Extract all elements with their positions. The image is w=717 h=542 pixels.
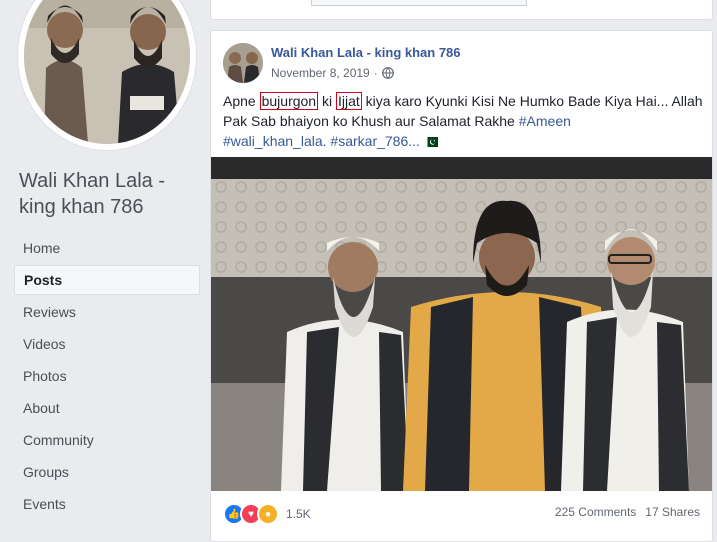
profile-picture[interactable]	[24, 0, 190, 144]
reactions-summary[interactable]: 👍 ♥ ● 1.5K	[223, 503, 311, 525]
wow-icon: ●	[257, 503, 279, 525]
highlighted-word: Ijjat	[335, 92, 362, 110]
see-more-ellipsis[interactable]: ...	[408, 133, 420, 149]
post-message: Apne bujurgon ki Ijjat kiya karo Kyunki …	[223, 91, 703, 151]
highlighted-word: bujurgon	[259, 92, 319, 110]
page-title: Wali Khan Lala - king khan 786	[19, 170, 165, 218]
post-text-part: Apne	[223, 93, 260, 109]
hashtag-link[interactable]: #wali_khan_lala.	[223, 133, 327, 149]
nav-item-photos[interactable]: Photos	[14, 360, 200, 392]
comments-count[interactable]: 225 Comments	[555, 505, 636, 519]
nav-item-reviews[interactable]: Reviews	[14, 296, 200, 328]
hashtag-link[interactable]: #sarkar_786	[330, 133, 408, 149]
pakistan-flag-icon	[423, 137, 438, 147]
profile-photo-illustration	[24, 0, 190, 144]
post-date[interactable]: November 8, 2019	[271, 66, 370, 80]
engagement-counts: 225 Comments 17 Shares	[555, 505, 700, 519]
author-avatar-illustration	[223, 43, 263, 83]
globe-icon[interactable]	[381, 67, 394, 79]
post-author-avatar[interactable]	[223, 43, 263, 83]
profile-picture-frame[interactable]	[18, 0, 196, 150]
hashtag-link[interactable]: #Ameen	[519, 113, 571, 129]
post-author-name[interactable]: Wali Khan Lala - king khan 786	[271, 45, 461, 60]
nav-item-posts[interactable]: Posts	[14, 265, 200, 295]
post-text-part: ki	[318, 93, 336, 109]
nav-item-home[interactable]: Home	[14, 232, 200, 264]
post-meta: November 8, 2019 ·	[271, 66, 394, 80]
shares-count[interactable]: 17 Shares	[645, 505, 700, 519]
page-navigation: Home Posts Reviews Videos Photos About C…	[14, 232, 200, 520]
post-card: Wali Khan Lala - king khan 786 November …	[210, 30, 713, 542]
nav-item-community[interactable]: Community	[14, 424, 200, 456]
post-photo[interactable]	[211, 157, 712, 491]
post-photo-illustration	[211, 157, 712, 491]
previous-post-card	[210, 0, 713, 20]
nav-item-groups[interactable]: Groups	[14, 456, 200, 488]
reaction-count[interactable]: 1.5K	[286, 507, 311, 521]
nav-item-about[interactable]: About	[14, 392, 200, 424]
previous-post-input-stub	[311, 0, 527, 6]
nav-item-videos[interactable]: Videos	[14, 328, 200, 360]
nav-item-events[interactable]: Events	[14, 488, 200, 520]
post-footer: 👍 ♥ ● 1.5K 225 Comments 17 Shares	[211, 491, 712, 531]
